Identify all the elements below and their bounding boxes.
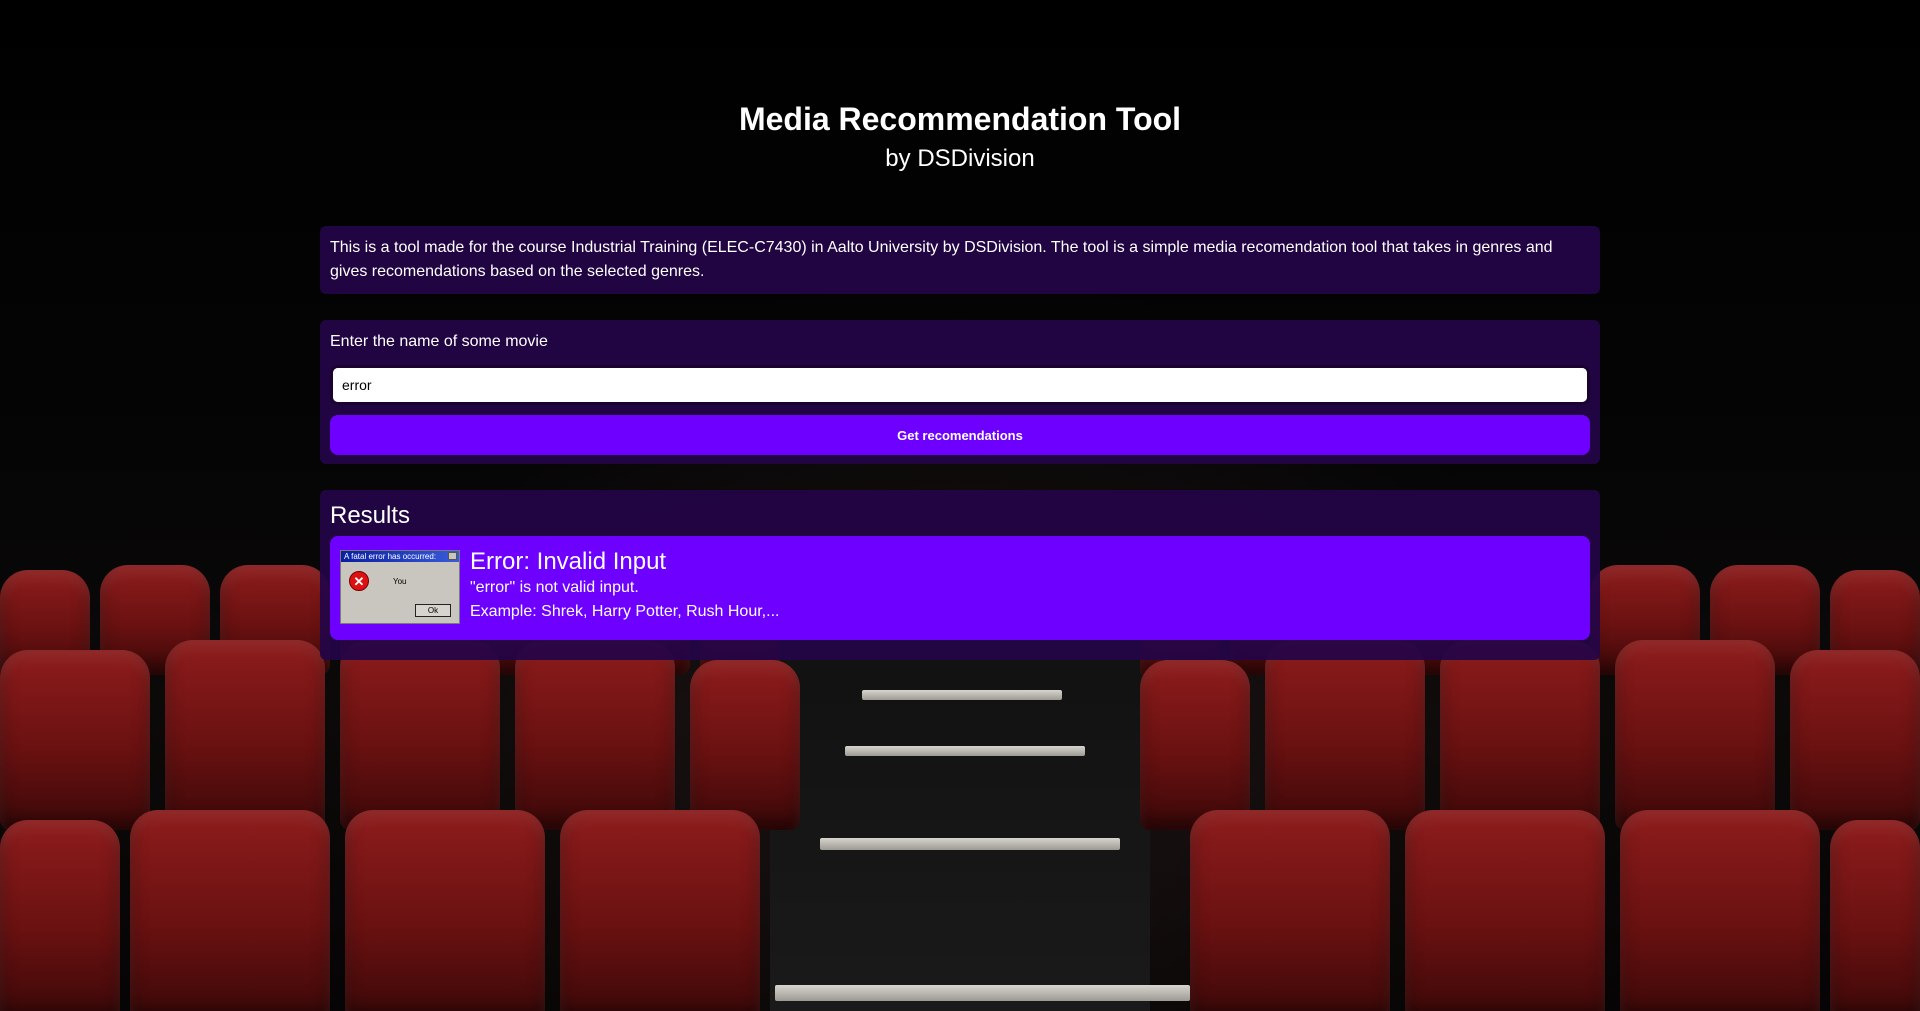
result-title: Error: Invalid Input <box>470 548 667 575</box>
results-title: Results <box>330 502 411 529</box>
result-text: Error: Invalid Input "error" is not vali… <box>470 548 779 624</box>
thumbnail-dialog-message: You <box>393 577 407 586</box>
search-panel: Enter the name of some movie Get recomen… <box>320 320 1600 464</box>
close-icon <box>448 552 457 560</box>
thumbnail-dialog-titlebar: A fatal error has occurred: <box>341 551 459 562</box>
description-text: This is a tool made for the course Indus… <box>330 239 1553 280</box>
page-header: Media Recommendation Tool by DSDivision <box>320 100 1600 174</box>
result-message: "error" is not valid input. <box>470 579 639 596</box>
description-panel: This is a tool made for the course Indus… <box>320 226 1600 294</box>
thumbnail-ok-button: Ok <box>415 604 451 617</box>
page-title: Media Recommendation Tool <box>738 101 1182 137</box>
movie-search-input[interactable] <box>330 365 1590 405</box>
page-subtitle: by DSDivision <box>885 145 1035 172</box>
result-example: Example: Shrek, Harry Potter, Rush Hour,… <box>470 603 780 620</box>
results-panel: Results A fatal error has occurred: ✕ Yo… <box>320 490 1600 660</box>
get-recommendations-button[interactable]: Get recomendations <box>330 415 1590 455</box>
seat-row <box>0 800 1920 1011</box>
result-card[interactable]: A fatal error has occurred: ✕ You Ok Err… <box>330 536 1590 640</box>
result-thumbnail: A fatal error has occurred: ✕ You Ok <box>340 550 460 624</box>
main-content: Media Recommendation Tool by DSDivision … <box>320 0 1600 660</box>
thumbnail-dialog-title: A fatal error has occurred: <box>344 552 437 561</box>
error-x-icon: ✕ <box>349 571 369 591</box>
search-label: Enter the name of some movie <box>330 333 548 350</box>
